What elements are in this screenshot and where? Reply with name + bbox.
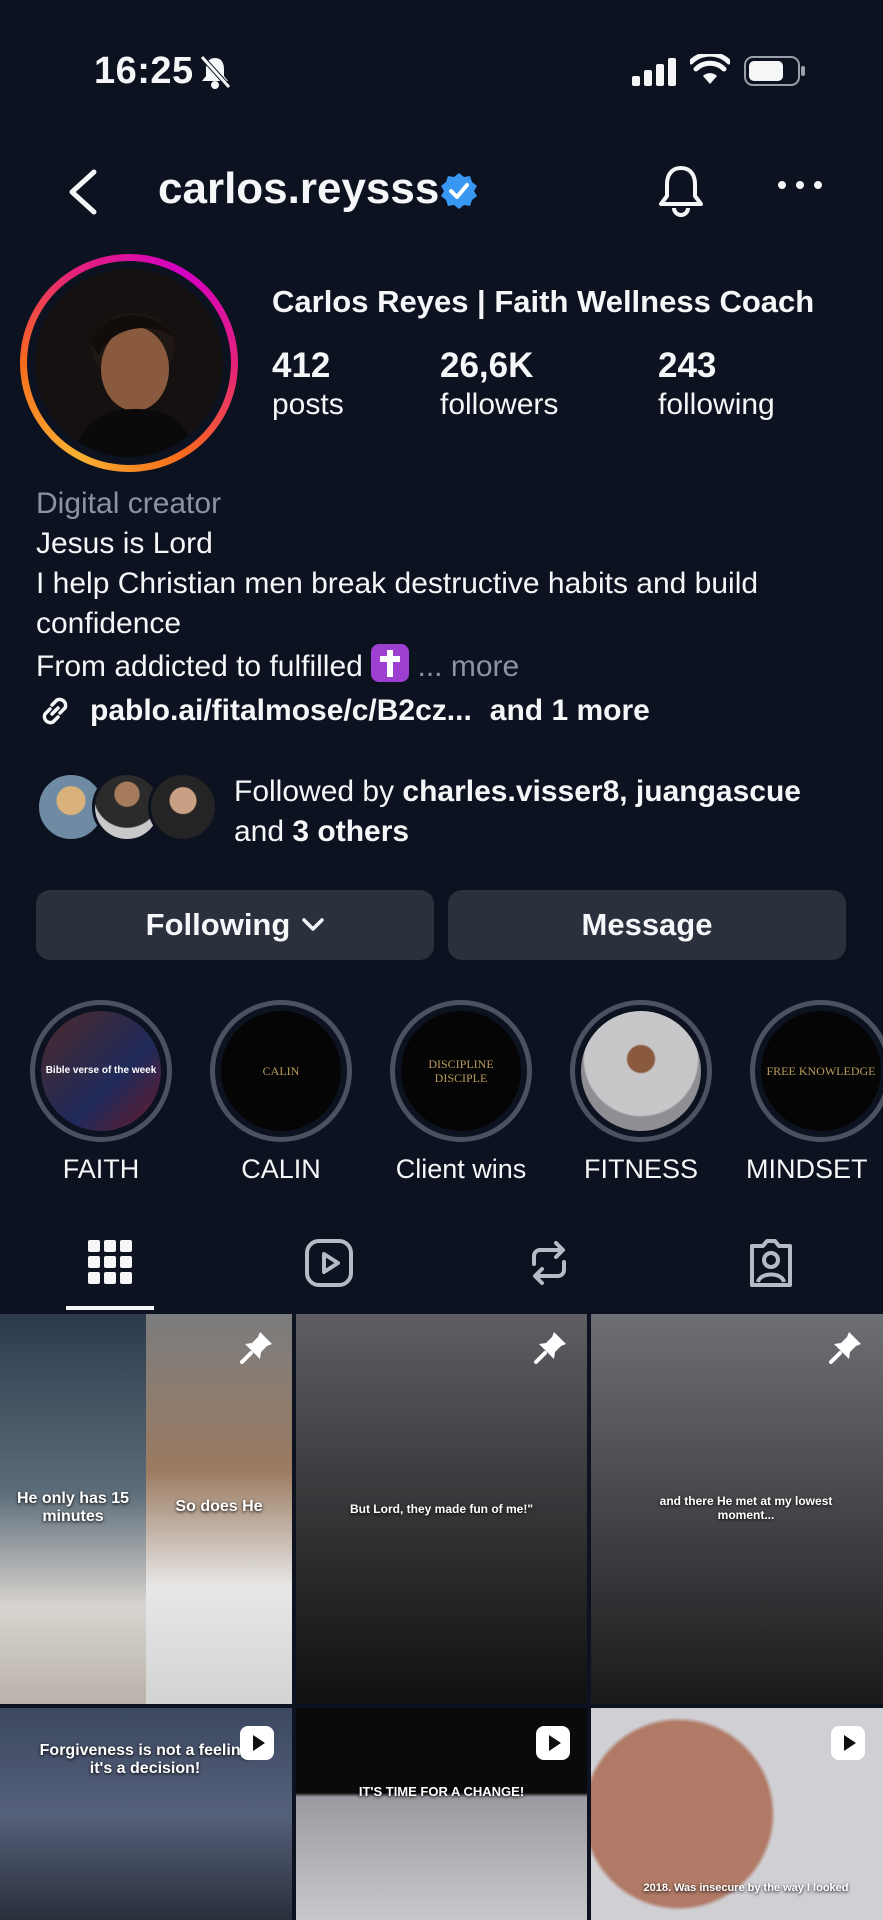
active-tab-indicator bbox=[66, 1306, 154, 1310]
post-caption: He only has 15 minutes bbox=[16, 1490, 130, 1525]
link-extra: and 1 more bbox=[489, 694, 650, 727]
post-caption: 2018. Was insecure by the way I looked bbox=[643, 1882, 849, 1894]
pinned-icon bbox=[534, 1332, 566, 1364]
highlight-label: CALIN bbox=[241, 1154, 321, 1184]
verified-badge-icon bbox=[441, 173, 477, 209]
followed-by[interactable]: Followed by charles.visser8, juangascue … bbox=[36, 772, 801, 848]
link-url: pablo.ai/fitalmose/c/B2cz... bbox=[90, 694, 472, 727]
highlight-fitness[interactable]: FITNESS bbox=[566, 1000, 716, 1185]
highlight-label: MINDSET bbox=[746, 1154, 868, 1184]
grid-post[interactable]: Forgiveness is not a feeling it's a deci… bbox=[0, 1708, 292, 1920]
stat-value: 243 bbox=[658, 346, 717, 385]
followed-by-prefix: Followed by bbox=[234, 775, 403, 808]
highlight-label: Client wins bbox=[395, 1154, 527, 1184]
highlight-client-wins[interactable]: DISCIPLINE DISCIPLE Client wins bbox=[386, 1000, 536, 1185]
chevron-down-icon bbox=[302, 918, 325, 931]
tagged-tab-icon[interactable] bbox=[746, 1238, 796, 1288]
highlight-calin[interactable]: CALIN CALIN bbox=[206, 1000, 356, 1185]
profile-avatar bbox=[35, 269, 223, 457]
followed-by-text: Followed by charles.visser8, juangascue … bbox=[234, 772, 874, 852]
notifications-bell-icon[interactable] bbox=[656, 164, 706, 218]
highlight-mindset[interactable]: FREE KNOWLEDGE MINDSET bbox=[746, 1000, 883, 1185]
stat-label: posts bbox=[272, 388, 344, 421]
post-caption: But Lord, they made fun of me!" bbox=[349, 1502, 534, 1516]
highlight-faith[interactable]: Bible verse of the week FAITH bbox=[26, 1000, 176, 1185]
profile-category: Digital creator bbox=[36, 487, 222, 520]
profile-bio: Digital creator Jesus is Lord I help Chr… bbox=[36, 484, 856, 687]
grid-post[interactable]: IT'S TIME FOR A CHANGE! bbox=[296, 1708, 587, 1920]
bio-more-link[interactable]: ... more bbox=[418, 650, 520, 683]
reel-badge-icon bbox=[831, 1726, 865, 1760]
following-button[interactable]: Following bbox=[36, 890, 434, 960]
grid-post[interactable]: But Lord, they made fun of me!" bbox=[296, 1314, 587, 1704]
cellular-signal-icon bbox=[632, 58, 676, 86]
highlight-cover: DISCIPLINE DISCIPLE bbox=[401, 1011, 521, 1131]
stat-label: followers bbox=[440, 388, 559, 421]
highlight-cover: FREE KNOWLEDGE bbox=[761, 1011, 881, 1131]
pinned-icon bbox=[829, 1332, 861, 1364]
message-button-label: Message bbox=[581, 907, 713, 942]
profile-tabs bbox=[0, 1220, 883, 1312]
highlight-cover bbox=[581, 1011, 701, 1131]
reel-badge-icon bbox=[536, 1726, 570, 1760]
bio-line: Jesus is Lord bbox=[36, 527, 213, 560]
more-options-icon[interactable] bbox=[776, 178, 824, 192]
followed-by-and: and bbox=[234, 815, 293, 848]
highlight-label: FAITH bbox=[62, 1154, 140, 1184]
grid-post[interactable]: and there He met at my lowest moment... bbox=[591, 1314, 883, 1704]
status-bar: 16:25 bbox=[0, 0, 883, 140]
avatar-photo-icon bbox=[35, 269, 223, 457]
highlight-cover: CALIN bbox=[221, 1011, 341, 1131]
post-caption: IT'S TIME FOR A CHANGE! bbox=[358, 1784, 525, 1799]
stat-value: 412 bbox=[272, 346, 331, 385]
story-ring[interactable] bbox=[20, 254, 238, 472]
profile-display-name: Carlos Reyes | Faith Wellness Coach bbox=[272, 284, 815, 319]
latin-cross-emoji-icon bbox=[371, 644, 410, 682]
grid-post[interactable]: 2018. Was insecure by the way I looked bbox=[591, 1708, 883, 1920]
reels-tab-icon[interactable] bbox=[304, 1238, 354, 1288]
highlight-label: FITNESS bbox=[583, 1154, 698, 1184]
stat-followers[interactable]: 26,6K followers bbox=[440, 346, 558, 422]
highlight-cover: Bible verse of the week bbox=[41, 1011, 161, 1131]
grid-posts-tab-icon[interactable] bbox=[88, 1238, 132, 1286]
profile-link[interactable]: pablo.ai/fitalmose/c/B2cz... and 1 more bbox=[36, 692, 650, 730]
reel-badge-icon bbox=[240, 1726, 274, 1760]
followed-by-names: charles.visser8, juangascue bbox=[402, 775, 801, 808]
following-button-label: Following bbox=[145, 907, 291, 942]
post-caption: So does He bbox=[175, 1498, 263, 1515]
wifi-icon bbox=[690, 54, 730, 84]
profile-header: carlos.reysss bbox=[0, 150, 883, 234]
reposts-tab-icon[interactable] bbox=[524, 1238, 574, 1288]
bio-line: From addicted to fulfilled bbox=[36, 650, 363, 683]
grid-post[interactable]: He only has 15 minutes So does He bbox=[0, 1314, 292, 1704]
bio-line: I help Christian men break destructive h… bbox=[36, 567, 759, 640]
followed-by-others: 3 others bbox=[292, 815, 410, 848]
message-button[interactable]: Message bbox=[448, 890, 846, 960]
post-caption: and there He met at my lowest moment... bbox=[659, 1494, 833, 1522]
post-caption: Forgiveness is not a feeling it's a deci… bbox=[39, 1742, 251, 1777]
profile-username: carlos.reysss bbox=[158, 164, 440, 213]
link-icon bbox=[42, 697, 68, 725]
bio-line-last: From addicted to fulfilled ... more bbox=[36, 644, 856, 687]
stat-following[interactable]: 243 following bbox=[658, 346, 775, 422]
battery-icon bbox=[744, 56, 805, 86]
stat-posts[interactable]: 412 posts bbox=[272, 346, 344, 422]
muted-bell-icon bbox=[200, 55, 231, 89]
status-time: 16:25 bbox=[94, 50, 194, 92]
stat-value: 26,6K bbox=[440, 346, 534, 385]
stat-label: following bbox=[658, 388, 775, 421]
back-arrow-icon[interactable] bbox=[62, 166, 106, 218]
mutual-avatar bbox=[148, 772, 218, 842]
pinned-icon bbox=[240, 1332, 272, 1364]
